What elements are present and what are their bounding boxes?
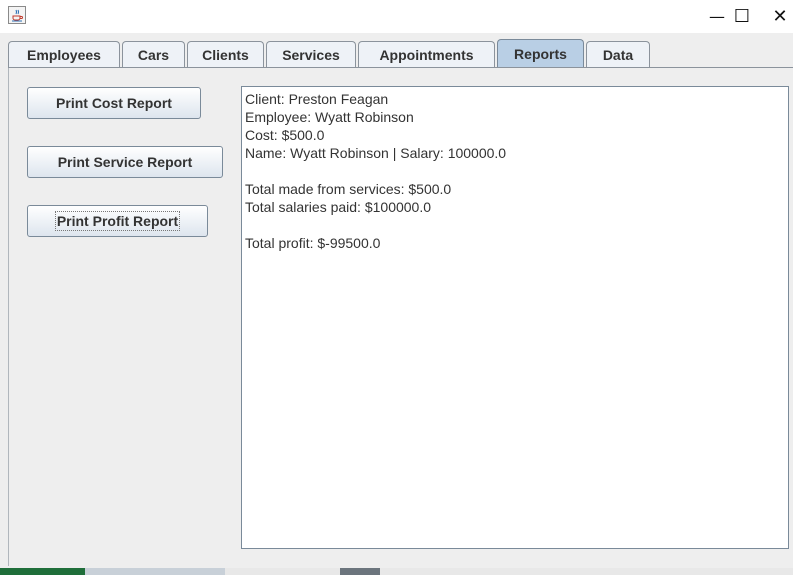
print-service-report-button[interactable]: Print Service Report <box>27 146 223 178</box>
report-line-client: Client: Preston Feagan <box>245 91 389 107</box>
print-cost-report-label: Print Cost Report <box>56 95 172 111</box>
close-button[interactable]: ✕ <box>757 0 793 32</box>
taskbar-segment <box>85 568 225 575</box>
report-line-total-services: Total made from services: $500.0 <box>245 181 452 197</box>
tab-clients[interactable]: Clients <box>187 41 264 67</box>
title-bar: — ☐ ✕ <box>0 0 793 33</box>
taskbar-segment <box>0 568 85 575</box>
taskbar-segment <box>340 568 380 575</box>
report-line-blank <box>245 162 785 180</box>
print-profit-report-button[interactable]: Print Profit Report <box>27 205 208 237</box>
print-cost-report-button[interactable]: Print Cost Report <box>27 87 201 119</box>
tab-employees[interactable]: Employees <box>8 41 120 67</box>
report-line-total-profit: Total profit: $-99500.0 <box>245 235 381 251</box>
taskbar-edge <box>0 568 793 575</box>
tab-data[interactable]: Data <box>586 41 650 67</box>
tab-appointments[interactable]: Appointments <box>358 41 495 67</box>
tab-services[interactable]: Services <box>266 41 356 67</box>
print-profit-report-label: Print Profit Report <box>54 211 181 231</box>
report-line-blank <box>245 216 785 234</box>
print-service-report-label: Print Service Report <box>57 154 193 170</box>
report-text-area[interactable]: Client: Preston Feagan Employee: Wyatt R… <box>241 86 789 549</box>
report-line-salary: Name: Wyatt Robinson | Salary: 100000.0 <box>245 145 507 161</box>
report-line-employee: Employee: Wyatt Robinson <box>245 109 414 125</box>
tab-strip: Employees Cars Clients Services Appointm… <box>8 39 793 68</box>
tab-reports[interactable]: Reports <box>497 39 584 68</box>
report-line-cost: Cost: $500.0 <box>245 127 325 143</box>
java-cup-icon[interactable] <box>8 6 26 24</box>
tab-cars[interactable]: Cars <box>122 41 185 67</box>
report-line-total-salaries: Total salaries paid: $100000.0 <box>245 199 432 215</box>
